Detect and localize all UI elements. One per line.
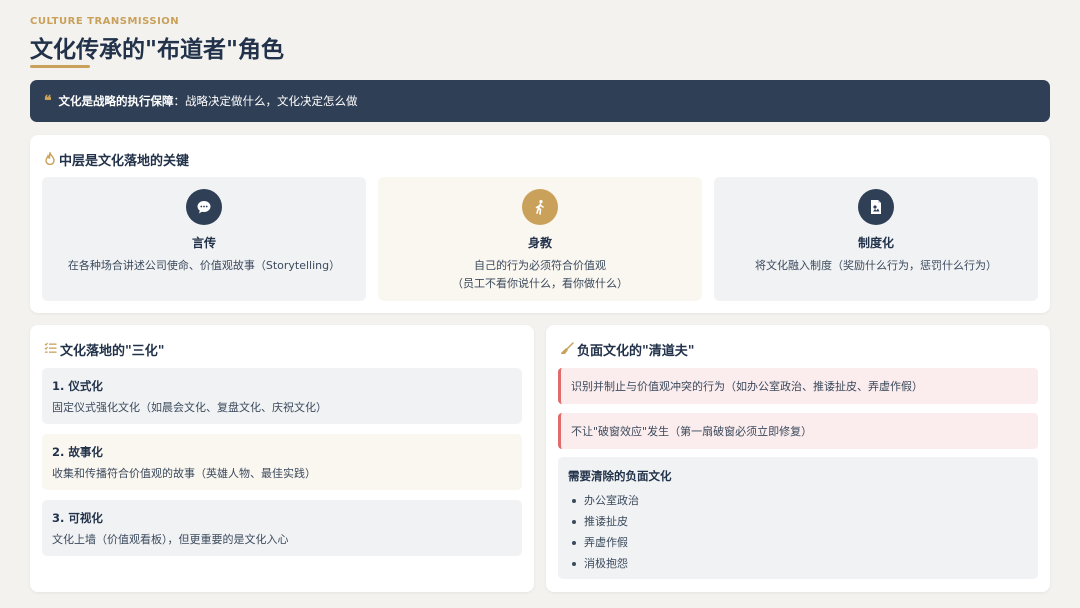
list-item: 弄虚作假 bbox=[568, 532, 1028, 553]
role-desc-line: 在各种场合讲述公司使命、价值观故事（Storytelling） bbox=[67, 259, 341, 272]
role-card-example: 身教 自己的行为必须符合价值观 （员工不看你说什么，看你做什么） bbox=[378, 177, 702, 301]
page-title: 文化传承的"布道者"角色 bbox=[30, 37, 284, 63]
ization-item: 2. 故事化 收集和传播符合价值观的故事（英雄人物、最佳实践） bbox=[42, 434, 522, 490]
ization-item-title: 3. 可视化 bbox=[52, 511, 103, 525]
role-desc: 将文化融入制度（奖励什么行为，惩罚什么行为） bbox=[720, 257, 1032, 275]
cleaner-card-title: 负面文化的"清道夫" bbox=[560, 340, 695, 359]
middle-card-title: 中层是文化落地的关键 bbox=[44, 150, 189, 169]
negative-culture-card: 负面文化的"清道夫" 识别并制止与价值观冲突的行为（如办公室政治、推诿扯皮、弄虚… bbox=[546, 325, 1050, 592]
negative-list: 办公室政治 推诿扯皮 弄虚作假 消极抱怨 bbox=[568, 490, 1028, 574]
page-kicker: CULTURE TRANSMISSION bbox=[30, 16, 180, 27]
ization-item-desc: 文化上墙（价值观看板），但更重要的是文化入心 bbox=[52, 533, 289, 546]
role-title: 制度化 bbox=[857, 236, 894, 250]
role-desc-line: 将文化融入制度（奖励什么行为，惩罚什么行为） bbox=[755, 259, 997, 272]
warning-item: 识别并制止与价值观冲突的行为（如办公室政治、推诿扯皮、弄虚作假） bbox=[558, 368, 1038, 404]
three-card-title-text: 文化落地的"三化" bbox=[60, 344, 165, 359]
negative-culture-list-box: 需要清除的负面文化 办公室政治 推诿扯皮 弄虚作假 消极抱怨 bbox=[558, 457, 1038, 579]
ization-item-desc: 收集和传播符合价值观的故事（英雄人物、最佳实践） bbox=[52, 467, 316, 480]
role-card-speech: 言传 在各种场合讲述公司使命、价值观故事（Storytelling） bbox=[42, 177, 366, 301]
list-item-text: 消极抱怨 bbox=[584, 557, 628, 570]
three-card-title: 文化落地的"三化" bbox=[44, 340, 165, 359]
list-item: 推诿扯皮 bbox=[568, 511, 1028, 532]
quote-strong-text: 文化是战略的执行保障 bbox=[58, 94, 174, 108]
role-title: 身教 bbox=[527, 236, 552, 250]
quote-banner: ❝ 文化是战略的执行保障 ：战略决定做什么，文化决定怎么做 bbox=[30, 80, 1050, 122]
list-icon bbox=[44, 342, 57, 357]
ization-item: 1. 仪式化 固定仪式强化文化（如晨会文化、复盘文化、庆祝文化） bbox=[42, 368, 522, 424]
three-ization-card: 文化落地的"三化" 1. 仪式化 固定仪式强化文化（如晨会文化、复盘文化、庆祝文… bbox=[30, 325, 534, 592]
role-card-system: 制度化 将文化融入制度（奖励什么行为，惩罚什么行为） bbox=[714, 177, 1038, 301]
role-desc-line: （员工不看你说什么，看你做什么） bbox=[452, 277, 628, 290]
document-icon bbox=[858, 189, 894, 225]
broom-icon bbox=[560, 341, 574, 358]
cleaner-card-title-text: 负面文化的"清道夫" bbox=[577, 344, 695, 359]
middle-card-title-text: 中层是文化落地的关键 bbox=[59, 154, 190, 169]
role-desc: 自己的行为必须符合价值观 （员工不看你说什么，看你做什么） bbox=[384, 257, 696, 293]
role-title: 言传 bbox=[191, 236, 216, 250]
walking-person-icon bbox=[522, 189, 558, 225]
warning-item: 不让"破窗效应"发生（第一扇破窗必须立即修复） bbox=[558, 413, 1038, 449]
fire-icon bbox=[44, 150, 56, 168]
ization-item-title: 2. 故事化 bbox=[52, 445, 103, 459]
quote-icon: ❝ bbox=[44, 93, 52, 109]
list-item-text: 弄虚作假 bbox=[584, 536, 628, 549]
list-item-text: 办公室政治 bbox=[584, 494, 639, 507]
role-desc-line: 自己的行为必须符合价值观 bbox=[474, 259, 606, 272]
speech-bubble-icon bbox=[186, 189, 222, 225]
ization-item-desc: 固定仪式强化文化（如晨会文化、复盘文化、庆祝文化） bbox=[52, 401, 327, 414]
title-underline bbox=[30, 65, 90, 68]
quote-rest-text: ：战略决定做什么，文化决定怎么做 bbox=[173, 94, 358, 108]
list-item: 消极抱怨 bbox=[568, 553, 1028, 574]
role-desc: 在各种场合讲述公司使命、价值观故事（Storytelling） bbox=[48, 257, 360, 275]
ization-item-title: 1. 仪式化 bbox=[52, 379, 103, 393]
middle-management-card: 中层是文化落地的关键 言传 在各种场合讲述公司使命、价值观故事（Storytel… bbox=[30, 135, 1050, 313]
list-item: 办公室政治 bbox=[568, 490, 1028, 511]
ization-item: 3. 可视化 文化上墙（价值观看板），但更重要的是文化入心 bbox=[42, 500, 522, 556]
list-item-text: 推诿扯皮 bbox=[584, 515, 628, 528]
negative-list-title: 需要清除的负面文化 bbox=[568, 469, 672, 483]
